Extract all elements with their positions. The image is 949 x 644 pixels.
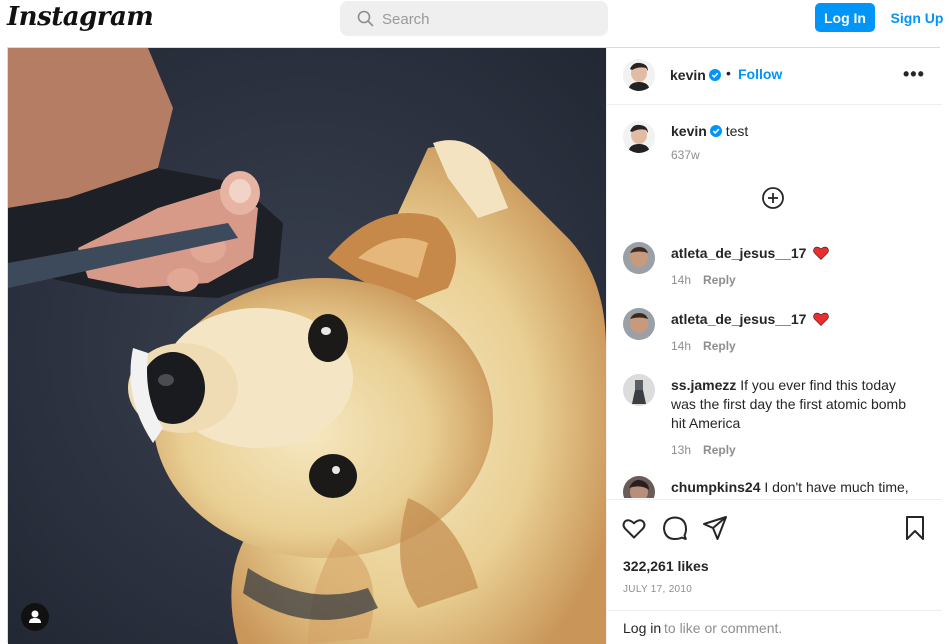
user-tag-icon [29,610,41,623]
caption-text: test [725,123,749,139]
comment-username[interactable]: atleta_de_jesus__17 [671,311,806,327]
red-heart-emoji-icon [813,246,830,260]
post-container: kevin • Follow ••• kevin test 637w atlet… [7,47,942,644]
commenter-avatar-image [623,308,655,340]
heart-icon[interactable] [621,515,647,541]
comment-icon[interactable] [662,515,688,541]
comment-time[interactable]: 14h [671,273,691,287]
login-prompt-text: to like or comment. [664,620,783,636]
commenter-avatar[interactable] [623,476,655,498]
header-separator: • [726,65,731,81]
caption-timestamp[interactable]: 637w [671,148,700,162]
red-heart-emoji-icon [813,312,830,326]
search-box[interactable] [340,1,608,36]
instagram-logo[interactable]: Instagram [7,2,154,32]
author-username-row: kevin [670,67,721,85]
login-link[interactable]: Log in [623,620,661,636]
caption: kevin test [671,123,748,139]
comment-body: ss.jamezz If you ever find this today wa… [671,376,923,433]
comments-list[interactable]: kevin test 637w atleta_de_jesus__17 14h … [607,106,942,498]
share-icon[interactable] [702,515,728,541]
search-icon [357,10,374,27]
caption-avatar-image [623,121,655,153]
add-circle-icon[interactable] [761,186,785,210]
login-to-comment: Log in to like or comment. [607,610,942,644]
verified-icon [708,69,721,81]
post-sidebar: kevin • Follow ••• kevin test 637w atlet… [606,48,942,644]
post-header: kevin • Follow ••• [607,48,942,105]
comment-meta: 14h Reply [671,273,736,287]
commenter-avatar-image [623,374,655,406]
comment-time[interactable]: 14h [671,339,691,353]
commenter-avatar[interactable] [623,242,655,274]
comment-time[interactable]: 13h [671,443,691,457]
comment-meta: 14h Reply [671,339,736,353]
caption-username[interactable]: kevin [671,123,707,139]
commenter-avatar[interactable] [623,374,655,406]
more-icon[interactable]: ••• [903,64,925,85]
author-avatar[interactable] [623,59,655,91]
post-date[interactable]: JULY 17, 2010 [623,584,692,595]
commenter-avatar-image [623,476,655,498]
comment-body: atleta_de_jesus__17 [671,310,923,329]
caption-author-avatar[interactable] [623,121,655,153]
dog-photo-illustration [8,48,606,644]
comment-body: chumpkins24 I don't have much time, [671,478,923,497]
comment-meta: 13h Reply [671,443,736,457]
reply-button[interactable]: Reply [703,273,736,287]
comment-text: I don't have much time, [764,479,909,495]
commenter-avatar[interactable] [623,308,655,340]
post-photo[interactable] [8,48,606,644]
comment-body: atleta_de_jesus__17 [671,244,923,263]
signup-button[interactable]: Sign Up [887,3,947,32]
follow-button[interactable]: Follow [738,66,782,82]
verified-icon [709,125,722,137]
search-input[interactable] [382,8,592,30]
author-username[interactable]: kevin [670,67,706,83]
reply-button[interactable]: Reply [703,339,736,353]
comment-username[interactable]: atleta_de_jesus__17 [671,245,806,261]
top-navigation-bar: Instagram Log In Sign Up [0,0,949,40]
user-tag-button[interactable] [21,603,49,631]
author-avatar-image [623,59,655,91]
likes-count[interactable]: 322,261 likes [623,558,709,574]
post-actions: 322,261 likes JULY 17, 2010 [607,499,942,609]
comment-username[interactable]: chumpkins24 [671,479,760,495]
login-button[interactable]: Log In [815,3,875,32]
comment-username[interactable]: ss.jamezz [671,377,736,393]
reply-button[interactable]: Reply [703,443,736,457]
commenter-avatar-image [623,242,655,274]
bookmark-icon[interactable] [902,515,928,541]
